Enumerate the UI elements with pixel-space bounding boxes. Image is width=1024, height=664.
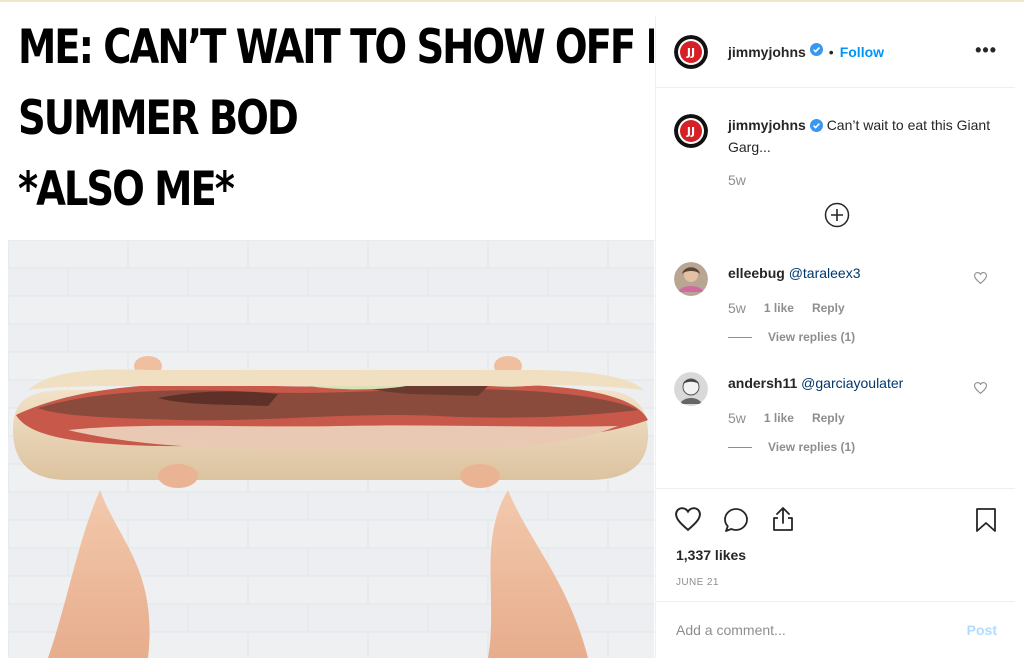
verified-badge-icon — [809, 43, 823, 61]
browser-frame: ME: CAN’T WAIT TO SHOW OFF MY SUMMER BOD… — [0, 0, 1024, 664]
caption: jimmyjohns Can’t wait to eat this Giant … — [728, 115, 998, 157]
reply-button[interactable]: Reply — [812, 411, 845, 425]
separator-dot: • — [828, 44, 834, 60]
post-date: JUNE 21 — [676, 577, 719, 588]
follow-button[interactable]: Follow — [840, 44, 884, 60]
like-comment-heart-icon[interactable] — [973, 381, 988, 399]
comment-likes[interactable]: 1 like — [764, 301, 794, 315]
post-media[interactable]: ME: CAN’T WAIT TO SHOW OFF MY SUMMER BOD… — [8, 6, 654, 658]
comment-username[interactable]: andersh11 — [728, 375, 797, 391]
view-replies-button[interactable]: View replies (1) — [728, 330, 855, 344]
comment-likes[interactable]: 1 like — [764, 411, 794, 425]
caption-avatar[interactable]: JJ — [674, 114, 708, 148]
header-username[interactable]: jimmyjohns — [728, 44, 806, 60]
header-user-row: jimmyjohns • Follow — [728, 43, 884, 61]
comment-2: andersh11 @garciayoulater — [728, 375, 903, 391]
reply-button[interactable]: Reply — [812, 301, 845, 315]
svg-text:JJ: JJ — [686, 46, 695, 59]
post-header: JJ jimmyjohns • Follow ••• — [656, 16, 1015, 88]
comment-meta-row: 5w 1 like Reply — [728, 300, 845, 316]
meme-line-3: *ALSO ME* — [18, 162, 235, 217]
likes-count[interactable]: 1,337 likes — [676, 547, 746, 563]
svg-text:JJ: JJ — [686, 125, 695, 138]
comment-avatar[interactable] — [674, 372, 708, 406]
comment-input[interactable] — [676, 620, 936, 640]
comment-meta-row: 5w 1 like Reply — [728, 410, 845, 426]
caption-time: 5w — [728, 172, 746, 188]
comment-1: elleebug @taraleex3 — [728, 265, 861, 281]
comment-mention[interactable]: @garciayoulater — [801, 375, 903, 391]
meme-caption: ME: CAN’T WAIT TO SHOW OFF MY SUMMER BOD… — [18, 12, 654, 225]
comment-time: 5w — [728, 410, 746, 426]
like-comment-heart-icon[interactable] — [973, 271, 988, 289]
sandwich-photo — [8, 240, 654, 658]
more-options-icon[interactable]: ••• — [975, 40, 997, 61]
comment-avatar[interactable] — [674, 262, 708, 296]
view-replies-label: View replies (1) — [768, 330, 856, 344]
view-replies-button[interactable]: View replies (1) — [728, 440, 855, 454]
heart-icon[interactable] — [675, 507, 701, 536]
share-icon[interactable] — [770, 505, 796, 538]
divider-line — [728, 336, 752, 338]
meme-line-2: SUMMER BOD — [18, 91, 299, 146]
comment-icon[interactable] — [723, 507, 749, 538]
comment-username[interactable]: elleebug — [728, 265, 785, 281]
load-more-icon[interactable] — [824, 202, 850, 233]
verified-badge-icon — [809, 117, 823, 137]
comments-section[interactable]: JJ jimmyjohns Can’t wait to eat this Gia… — [656, 88, 1015, 488]
caption-username[interactable]: jimmyjohns — [728, 117, 806, 133]
add-comment-bar: Post — [656, 601, 1015, 658]
action-bar: 1,337 likes JUNE 21 — [656, 488, 1015, 598]
post-sidebar: JJ jimmyjohns • Follow ••• JJ jimmyjohns… — [655, 16, 1015, 658]
avatar[interactable]: JJ — [674, 35, 708, 69]
bookmark-icon[interactable] — [975, 507, 997, 538]
view-replies-label: View replies (1) — [768, 440, 856, 454]
comment-mention[interactable]: @taraleex3 — [789, 265, 861, 281]
meme-line-1: ME: CAN’T WAIT TO SHOW OFF MY — [18, 20, 654, 75]
post-button[interactable]: Post — [967, 622, 997, 638]
comment-time: 5w — [728, 300, 746, 316]
divider-line — [728, 446, 752, 448]
